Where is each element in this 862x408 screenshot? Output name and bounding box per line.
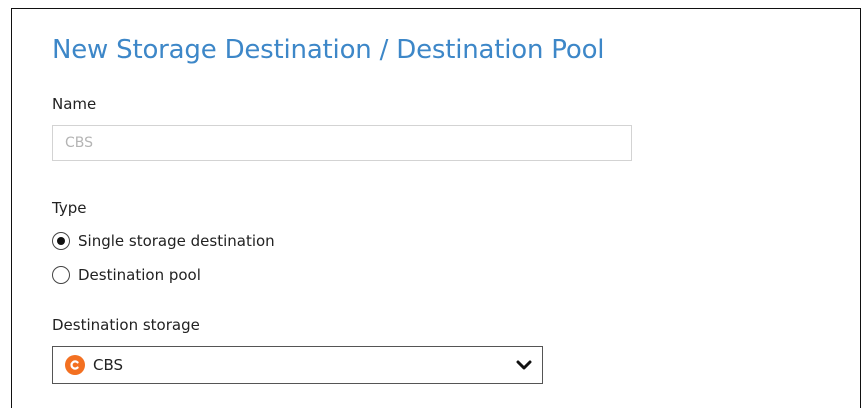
destination-storage-value: CBS [93, 356, 124, 374]
chevron-down-icon[interactable] [516, 359, 532, 371]
destination-storage-dropdown[interactable]: CBS [52, 346, 543, 384]
radio-button-unselected[interactable] [52, 266, 70, 284]
name-label: Name [52, 95, 97, 113]
radio-label-destination-pool: Destination pool [78, 266, 201, 284]
radio-single-storage-destination[interactable]: Single storage destination [52, 229, 275, 253]
radio-button-selected[interactable] [52, 232, 70, 250]
radio-label-single-storage-destination: Single storage destination [78, 232, 275, 250]
destination-storage-label: Destination storage [52, 316, 200, 334]
background-window-strip [0, 0, 862, 7]
type-label: Type [52, 199, 87, 217]
cbs-logo-icon [65, 355, 85, 375]
dialog-title: New Storage Destination / Destination Po… [52, 35, 605, 65]
new-storage-destination-panel: New Storage Destination / Destination Po… [11, 8, 861, 408]
radio-destination-pool[interactable]: Destination pool [52, 263, 201, 287]
name-field[interactable] [52, 125, 632, 161]
